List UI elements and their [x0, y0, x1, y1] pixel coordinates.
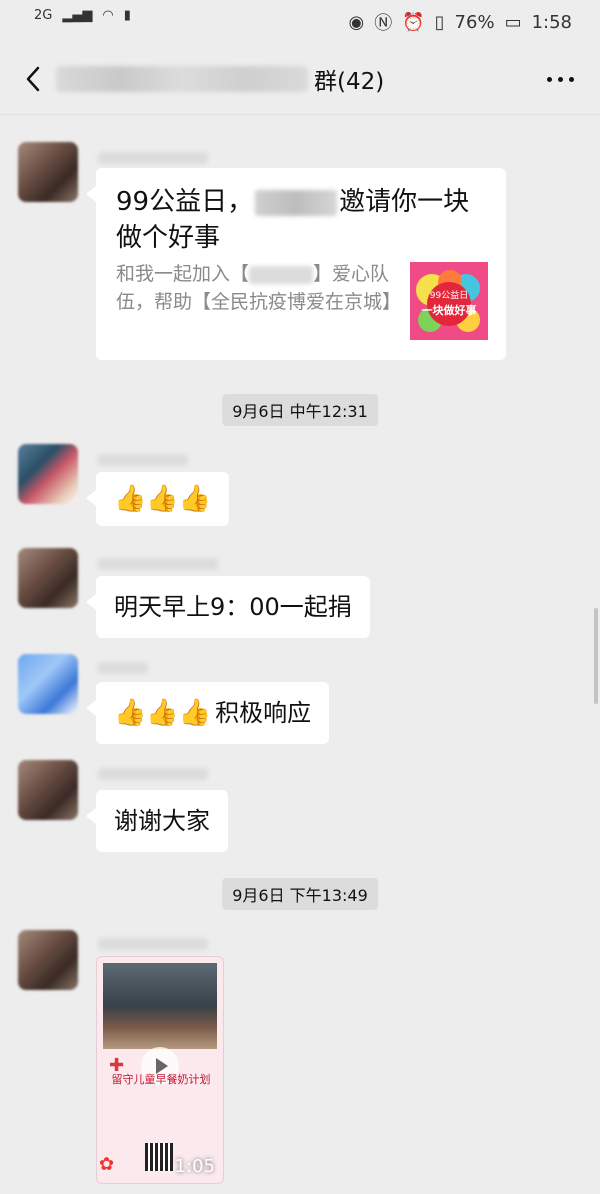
eye-icon: ◉ [348, 11, 365, 33]
sender-name-blurred [98, 152, 208, 164]
signal-icon: ▂▄▆ [62, 8, 93, 23]
battery-percent: 76% [454, 11, 495, 33]
avatar[interactable] [18, 930, 78, 990]
more-options-icon[interactable] [547, 77, 574, 82]
message-bubble[interactable]: 明天早上9：00一起捐 [86, 576, 370, 638]
network-label: 2G [34, 8, 53, 23]
avatar[interactable] [18, 760, 78, 820]
message-text: 明天早上9：00一起捐 [114, 593, 352, 621]
card-image-bottom: 一块做好事 [422, 303, 477, 317]
chat-header: 群(42) [0, 44, 600, 115]
blurred-group-name [56, 66, 308, 92]
qr-code-icon [145, 1143, 173, 1171]
card-title: 99公益日， 邀请你一块做个好事 [116, 187, 470, 253]
timestamp: 9月6日 下午13:49 [222, 878, 378, 910]
thumbs-up-emoji: 👍👍👍 [114, 698, 212, 728]
back-arrow-icon[interactable] [20, 64, 50, 94]
blurred-team-name [249, 265, 314, 284]
video-title: 留守儿童早餐奶计划 [111, 1073, 211, 1086]
vibrate-icon: ▯ [434, 11, 445, 33]
message-bubble[interactable]: 谢谢大家 [86, 790, 228, 852]
avatar[interactable] [18, 548, 78, 608]
share-card-bubble[interactable]: 99公益日， 邀请你一块做个好事 和我一起加入【 】爱心队伍，帮助【全民抗疫博爱在京… [86, 168, 506, 360]
alarm-icon: ⏰ [402, 11, 425, 33]
message-bubble[interactable]: 👍👍👍 [85, 472, 230, 526]
card-image-top: 99公益日 [430, 289, 468, 301]
card-thumbnail: 99公益日 一块做好事 [410, 262, 488, 340]
video-thumbnail-photo [103, 963, 217, 1049]
sender-name-blurred [98, 768, 208, 780]
battery-icon: ▭ [504, 11, 522, 33]
blurred-name [255, 189, 338, 216]
avatar[interactable] [18, 142, 78, 202]
sim-icon: ▮ [123, 8, 131, 23]
video-message[interactable]: ✚ 留守儿童早餐奶计划 ✿ 1:05 [96, 956, 224, 1184]
nfc-icon: Ⓝ [374, 13, 393, 34]
avatar[interactable] [18, 654, 78, 714]
wifi-icon: ◠ [102, 8, 114, 23]
message-bubble[interactable]: 👍👍👍 积极响应 [85, 682, 330, 744]
flower-icon: ✿ [99, 1154, 115, 1175]
status-time: 1:58 [531, 11, 572, 33]
sender-name-blurred [98, 938, 208, 950]
chat-title-suffix: 群(42) [314, 69, 385, 95]
thumbs-up-emoji: 👍👍👍 [114, 484, 212, 514]
status-bar: 2G ▂▄▆ ◠ ▮ ◉ Ⓝ ⏰ ▯ 76% ▭ 1:58 [0, 0, 600, 44]
scrollbar[interactable] [594, 608, 598, 704]
message-text: 谢谢大家 [114, 807, 210, 835]
sender-name-blurred [98, 558, 218, 570]
card-description: 和我一起加入【 】爱心队伍，帮助【全民抗疫博爱在京城】 [116, 263, 402, 313]
avatar[interactable] [18, 444, 78, 504]
video-duration: 1:05 [174, 1156, 215, 1177]
chat-title: 群(42) [56, 62, 384, 96]
sender-name-blurred [98, 662, 148, 674]
timestamp: 9月6日 中午12:31 [222, 394, 378, 426]
message-text: 积极响应 [215, 699, 312, 727]
sender-name-blurred [98, 454, 188, 466]
